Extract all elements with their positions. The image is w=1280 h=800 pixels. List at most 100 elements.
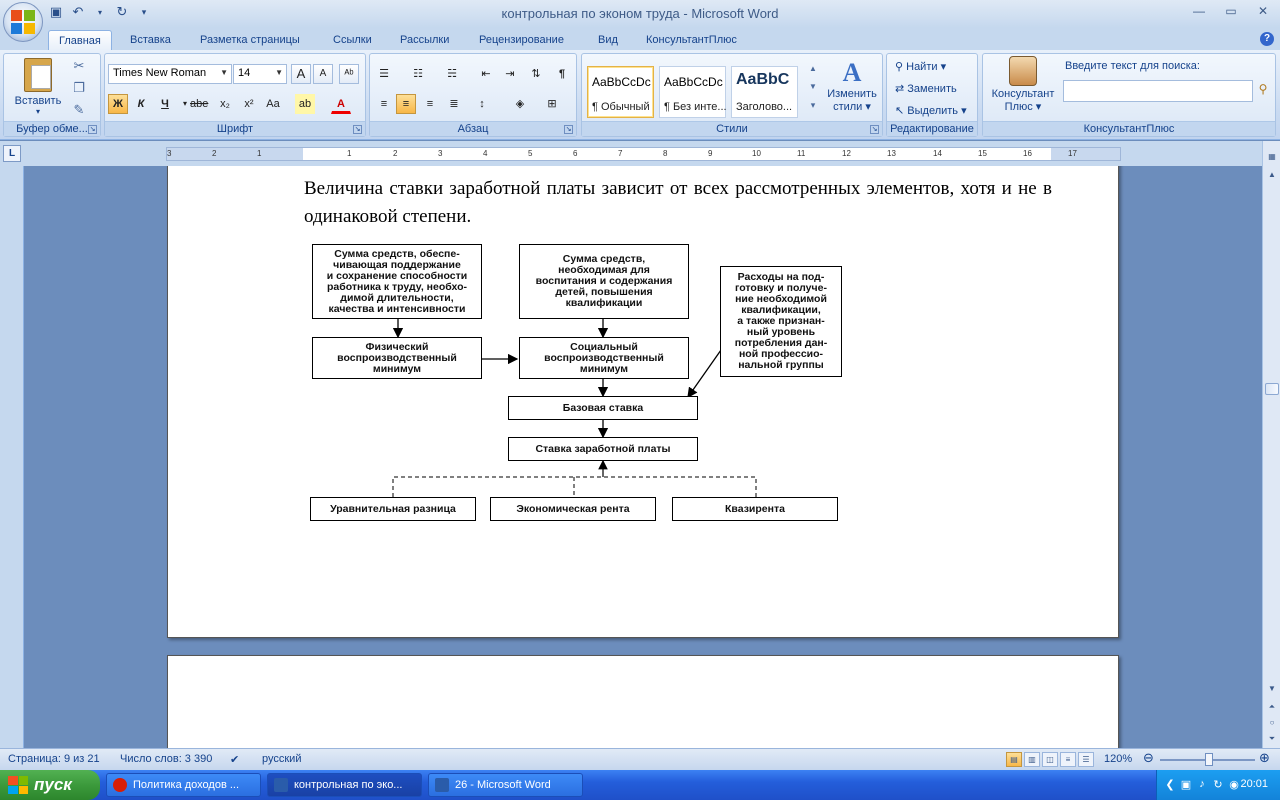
decrease-indent-icon[interactable]: ⇤: [476, 64, 496, 84]
align-left-icon[interactable]: ≡: [374, 94, 394, 114]
line-spacing-icon[interactable]: ↕: [472, 94, 492, 114]
styles-launcher-icon[interactable]: ↘: [870, 125, 879, 134]
browse-object-icon[interactable]: ○: [1264, 715, 1280, 731]
style-normal[interactable]: AaBbCcDc ¶ Обычный: [587, 66, 654, 118]
proofing-icon[interactable]: ✔: [230, 753, 239, 766]
search-icon[interactable]: ⚲: [1254, 82, 1272, 100]
align-right-icon[interactable]: ≡: [420, 94, 440, 114]
network-icon[interactable]: ▣: [1179, 778, 1193, 792]
consultant-search-input[interactable]: [1063, 80, 1253, 102]
taskbar-item-word-active[interactable]: контрольная по эко...: [267, 773, 422, 797]
vertical-scrollbar[interactable]: ▦ ▲ ▼ ⏶ ○ ⏷: [1262, 141, 1280, 748]
tray-arrow-icon[interactable]: ❮: [1163, 778, 1177, 792]
tab-view[interactable]: Вид: [588, 30, 628, 50]
volume-icon[interactable]: ♪: [1195, 778, 1209, 792]
tab-review[interactable]: Рецензирование: [469, 30, 574, 50]
office-button[interactable]: [3, 2, 43, 42]
zoom-in-icon[interactable]: ⊕: [1259, 750, 1270, 766]
change-case-button[interactable]: Aa: [263, 94, 283, 114]
multilevel-list-icon[interactable]: ☵: [442, 64, 462, 84]
taskbar-item-label: 26 - Microsoft Word: [455, 779, 551, 791]
consultantplus-button[interactable]: Консультант Плюс ▾: [987, 56, 1059, 113]
borders-icon[interactable]: ⊞: [542, 94, 562, 114]
web-layout-icon[interactable]: ◫: [1042, 752, 1058, 767]
shading-icon[interactable]: ◈: [510, 94, 530, 114]
update-icon[interactable]: ↻: [1211, 778, 1225, 792]
styles-scroll-up-icon[interactable]: ▲: [804, 64, 822, 82]
strikethrough-button[interactable]: abe: [189, 94, 209, 114]
replace-button[interactable]: ⇄ Заменить: [895, 82, 957, 95]
tray-app-icon[interactable]: ◉: [1227, 778, 1241, 792]
paste-button[interactable]: Вставить ▾: [10, 56, 66, 116]
underline-button[interactable]: Ч: [155, 94, 175, 114]
cut-icon[interactable]: ✂: [70, 58, 88, 76]
tab-references[interactable]: Ссылки: [323, 30, 382, 50]
style-no-spacing[interactable]: AaBbCcDc ¶ Без инте...: [659, 66, 726, 118]
tab-insert[interactable]: Вставка: [120, 30, 181, 50]
document-page[interactable]: Величина ставки заработной платы зависит…: [167, 166, 1119, 638]
styles-more-icon[interactable]: ▾: [804, 100, 822, 118]
superscript-button[interactable]: x²: [239, 94, 259, 114]
font-name-combo[interactable]: Times New Roman ▼: [108, 64, 232, 84]
font-launcher-icon[interactable]: ↘: [353, 125, 362, 134]
bullets-icon[interactable]: ☰: [374, 64, 394, 84]
language-indicator[interactable]: русский: [262, 753, 301, 765]
style-heading-1[interactable]: AaBbC Заголово...: [731, 66, 798, 118]
start-button[interactable]: пуск: [0, 770, 100, 800]
clear-formatting-icon[interactable]: ᴬᵇ: [339, 64, 359, 84]
horizontal-ruler[interactable]: 3 2 1 1 2 3 4 5 6 7 8 9 10 11 12 13 14 1…: [166, 147, 1121, 161]
sort-icon[interactable]: ⇅: [526, 64, 546, 84]
tab-mailings[interactable]: Рассылки: [390, 30, 459, 50]
help-icon[interactable]: ?: [1260, 32, 1274, 46]
draft-icon[interactable]: ☰: [1078, 752, 1094, 767]
tab-consultantplus[interactable]: КонсультантПлюс: [636, 30, 747, 50]
close-icon[interactable]: ✕: [1254, 4, 1272, 20]
next-page-icon[interactable]: ⏷: [1264, 731, 1280, 747]
subscript-button[interactable]: x₂: [215, 94, 235, 114]
ruler-tick: 15: [978, 149, 987, 158]
tab-selector[interactable]: L: [3, 145, 21, 162]
maximize-icon[interactable]: ▭: [1222, 4, 1240, 20]
ruler-tick: 14: [933, 149, 942, 158]
tab-page-layout[interactable]: Разметка страницы: [190, 30, 310, 50]
font-size-combo[interactable]: 14 ▼: [233, 64, 287, 84]
zoom-out-icon[interactable]: ⊖: [1143, 750, 1154, 766]
body-paragraph[interactable]: Величина ставки заработной платы зависит…: [304, 175, 1052, 231]
font-color-icon[interactable]: A: [331, 94, 351, 114]
tab-home[interactable]: Главная: [48, 30, 112, 50]
previous-page-icon[interactable]: ⏶: [1264, 699, 1280, 715]
highlight-color-icon[interactable]: ab: [295, 94, 315, 114]
paragraph-launcher-icon[interactable]: ↘: [564, 125, 573, 134]
outline-icon[interactable]: ≡: [1060, 752, 1076, 767]
find-button[interactable]: ⚲ Найти ▾: [895, 60, 946, 73]
change-styles-button[interactable]: A Изменить стили ▾: [822, 58, 882, 113]
grow-font-button[interactable]: A: [291, 64, 311, 84]
justify-icon[interactable]: ≣: [444, 94, 464, 114]
print-layout-icon[interactable]: ▤: [1006, 752, 1022, 767]
scroll-thumb[interactable]: [1265, 383, 1279, 395]
numbering-icon[interactable]: ☷: [408, 64, 428, 84]
increase-indent-icon[interactable]: ⇥: [500, 64, 520, 84]
document-page-next[interactable]: [167, 655, 1119, 748]
full-screen-reading-icon[interactable]: ▥: [1024, 752, 1040, 767]
align-center-icon[interactable]: ≡: [396, 94, 416, 114]
scroll-up-icon[interactable]: ▲: [1264, 167, 1280, 183]
zoom-slider-knob[interactable]: [1205, 753, 1213, 766]
show-formatting-marks-icon[interactable]: ¶: [552, 64, 572, 84]
minimize-icon[interactable]: —: [1190, 4, 1208, 20]
shrink-font-button[interactable]: A: [313, 64, 333, 84]
styles-scroll-down-icon[interactable]: ▼: [804, 82, 822, 100]
zoom-level[interactable]: 120%: [1104, 753, 1132, 765]
taskbar-item-word-2[interactable]: 26 - Microsoft Word: [428, 773, 583, 797]
ruler-toggle-icon[interactable]: ▦: [1264, 149, 1280, 165]
copy-icon[interactable]: ❐: [70, 80, 88, 98]
format-painter-icon[interactable]: ✎: [70, 102, 88, 120]
bold-button[interactable]: Ж: [108, 94, 128, 114]
select-button[interactable]: ↖ Выделить ▾: [895, 104, 967, 117]
page-indicator[interactable]: Страница: 9 из 21: [8, 753, 100, 765]
italic-button[interactable]: К: [131, 94, 151, 114]
scroll-down-icon[interactable]: ▼: [1264, 681, 1280, 697]
word-count[interactable]: Число слов: 3 390: [120, 753, 212, 765]
clipboard-launcher-icon[interactable]: ↘: [88, 125, 97, 134]
taskbar-item-opera[interactable]: Политика доходов ...: [106, 773, 261, 797]
